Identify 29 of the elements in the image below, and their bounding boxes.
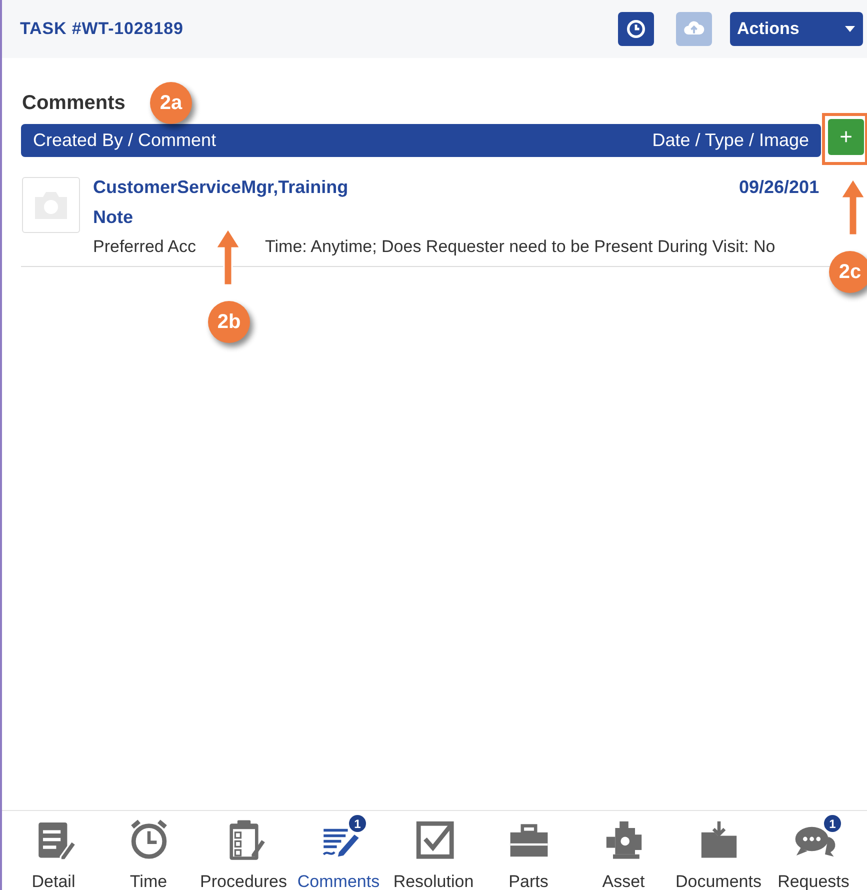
- history-button[interactable]: [618, 12, 654, 46]
- clock-icon: [625, 18, 647, 40]
- tab[interactable]: Asset: [576, 817, 671, 890]
- callout-badge: 2a: [150, 82, 192, 124]
- tab[interactable]: Resolution: [386, 817, 481, 890]
- section-title: Comments: [22, 91, 126, 116]
- comment-type: Note: [93, 206, 133, 229]
- column-header: Created By / Comment: [33, 129, 216, 152]
- tab[interactable]: Parts: [481, 817, 576, 890]
- author-name: CustomerServiceMgr,Training: [93, 176, 348, 199]
- arrow-icon: [215, 228, 241, 286]
- actions-dropdown[interactable]: Actions: [730, 12, 863, 46]
- tab[interactable]: Comments 1: [291, 817, 386, 890]
- add-comment-button[interactable]: +: [828, 119, 864, 155]
- arrow-icon: [840, 178, 866, 236]
- comment-date: 09/26/201: [739, 176, 820, 199]
- tab[interactable]: Documents: [671, 817, 766, 890]
- count-badge: 1: [823, 814, 842, 833]
- caret-icon: [844, 25, 856, 33]
- count-badge: 1: [348, 814, 367, 833]
- task-title: TASK #WT-1028189: [20, 18, 184, 40]
- callout-badge: 2c: [829, 251, 867, 293]
- comment-text: Time: Anytime; Does Requester need to be Present During Visit: No: [265, 236, 776, 258]
- tab[interactable]: Detail: [6, 817, 101, 890]
- tab[interactable]: Procedures: [196, 817, 291, 890]
- callout-badge: 2b: [208, 301, 250, 343]
- tab[interactable]: Time: [101, 817, 196, 890]
- comment-text: Preferred Acc: [93, 236, 196, 258]
- column-header: Date / Type / Image: [652, 129, 809, 152]
